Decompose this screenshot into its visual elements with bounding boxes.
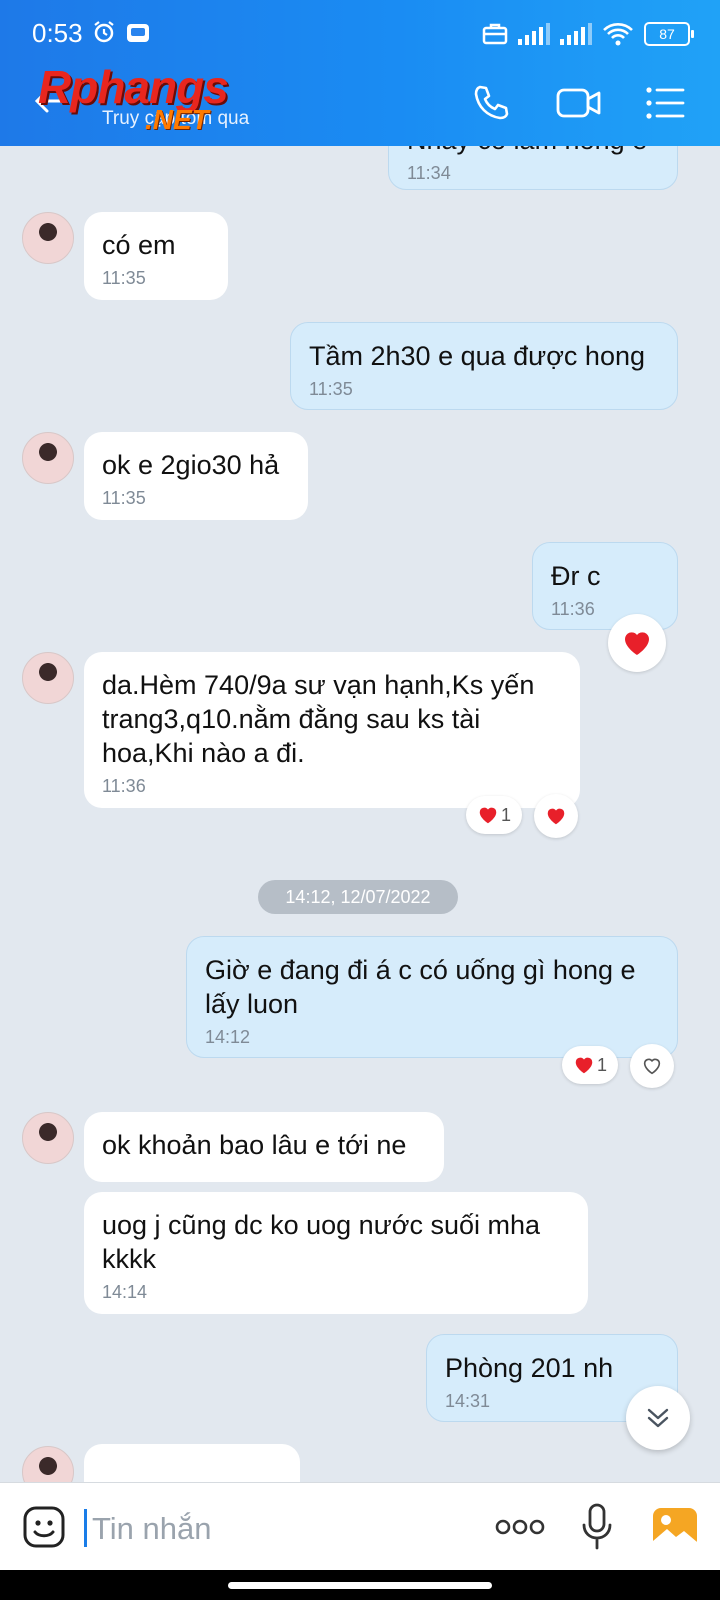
message-text: da.Hèm 740/9a sư vạn hạnh,Ks yến trang3,… <box>102 670 535 768</box>
contact-avatar[interactable] <box>22 432 74 484</box>
system-nav-bar <box>0 1570 720 1600</box>
battery-icon: 87 <box>644 22 694 46</box>
signal-icon-2 <box>560 23 592 45</box>
double-chevron-down-icon <box>647 1408 669 1428</box>
contact-avatar[interactable] <box>22 652 74 704</box>
status-icons: 87 <box>482 22 694 46</box>
status-time: 0:53 <box>32 18 83 48</box>
microphone-icon[interactable] <box>580 1503 614 1551</box>
heart-reaction[interactable] <box>608 614 666 672</box>
heart-icon <box>547 808 565 825</box>
message-in[interactable]: ok khoản bao lâu e tới ne <box>84 1112 444 1182</box>
phone-call-icon[interactable] <box>470 82 512 124</box>
message-time: 11:35 <box>102 488 146 508</box>
message-in[interactable]: có em 11:35 <box>84 212 228 300</box>
message-text: ok e 2gio30 hả <box>102 450 280 480</box>
wifi-icon <box>603 23 633 46</box>
message-out[interactable]: Đr c 11:36 <box>532 542 678 630</box>
image-gallery-icon[interactable] <box>652 1507 698 1549</box>
message-time: 11:35 <box>102 268 146 288</box>
message-time: 14:14 <box>102 1282 148 1302</box>
notification-icon <box>127 24 149 42</box>
scroll-to-bottom-button[interactable] <box>626 1386 690 1450</box>
message-input[interactable] <box>90 1503 474 1555</box>
alarm-icon <box>94 21 114 43</box>
message-in[interactable]: uog j cũng dc ko uog nước suối mha kkkk … <box>84 1192 588 1314</box>
message-time: 11:35 <box>309 379 353 399</box>
message-text: Phòng 201 nh <box>445 1353 614 1383</box>
message-out[interactable]: Giờ e đang đi á c có uống gì hong e lấy … <box>186 936 678 1058</box>
contact-avatar[interactable] <box>22 1112 74 1164</box>
reaction-count-text: 1 <box>596 1054 607 1075</box>
sticker-icon[interactable] <box>22 1505 66 1549</box>
message-text: ok khoản bao lâu e tới ne <box>102 1130 407 1160</box>
like-react-button[interactable] <box>630 1044 674 1088</box>
reaction-count-text: 1 <box>500 804 511 825</box>
message-text: Đr c <box>551 561 601 591</box>
message-in[interactable] <box>84 1444 300 1482</box>
message-text: có em <box>102 230 176 260</box>
watermark-logo-suffix: .NET <box>145 104 209 135</box>
home-gesture-handle[interactable] <box>228 1582 492 1589</box>
message-in[interactable]: da.Hèm 740/9a sư vạn hạnh,Ks yến trang3,… <box>84 652 580 808</box>
text-caret <box>84 1509 87 1547</box>
video-call-icon[interactable] <box>556 82 602 124</box>
message-out[interactable]: Tầm 2h30 e qua được hong 11:35 <box>290 322 678 410</box>
heart-icon <box>575 1057 593 1074</box>
heart-outline-icon <box>643 1058 661 1075</box>
reaction-count[interactable]: 1 <box>466 796 522 834</box>
chat-messages[interactable]: Nhay co lam hong e 11:34 có em 11:35 Tầm… <box>0 146 720 1482</box>
top-bar: 0:53 87 Truy cập tôm qua Rphangs .NET <box>0 0 720 146</box>
contact-avatar[interactable] <box>22 212 74 264</box>
more-options-icon[interactable] <box>495 1517 545 1537</box>
message-text: Nhay co lam hong e <box>407 146 647 155</box>
date-divider: 14:12, 12/07/2022 <box>258 880 458 914</box>
heart-icon <box>479 807 497 824</box>
work-profile-icon <box>482 23 508 45</box>
contact-avatar[interactable] <box>22 1446 74 1482</box>
message-text: Tầm 2h30 e qua được hong <box>309 341 645 371</box>
message-in[interactable]: ok e 2gio30 hả 11:35 <box>84 432 308 520</box>
reaction-count[interactable]: 1 <box>562 1046 618 1084</box>
message-composer <box>0 1482 720 1571</box>
message-text: uog j cũng dc ko uog nước suối mha kkkk <box>102 1210 541 1274</box>
signal-icon-1 <box>518 23 550 45</box>
message-time: 11:34 <box>407 163 451 183</box>
menu-list-icon[interactable] <box>644 82 686 124</box>
message-out[interactable]: Nhay co lam hong e 11:34 <box>388 146 678 190</box>
heart-react-button[interactable] <box>534 794 578 838</box>
heart-icon <box>625 632 649 655</box>
message-text: Giờ e đang đi á c có uống gì hong e lấy … <box>205 955 636 1019</box>
